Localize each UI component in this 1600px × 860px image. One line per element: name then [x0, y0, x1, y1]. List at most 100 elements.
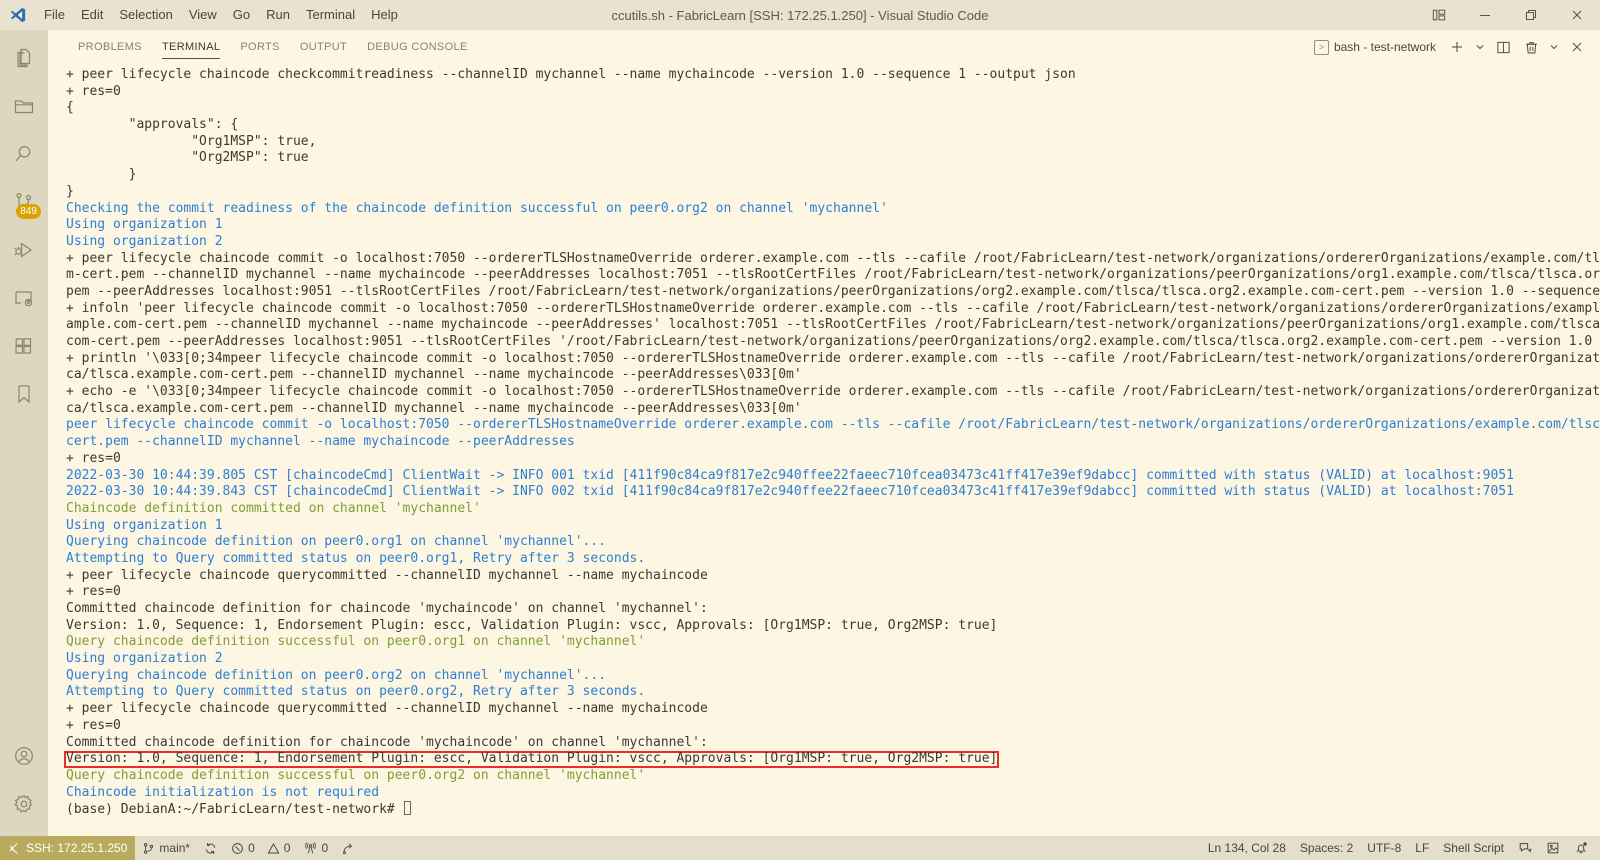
split-terminal-button[interactable]: [1490, 34, 1516, 60]
terminal-line: peer lifecycle chaincode commit -o local…: [66, 417, 1600, 434]
tab-ports[interactable]: PORTS: [230, 30, 289, 65]
terminal-line-text: "approvals": {: [66, 117, 239, 133]
sidebar-item-remote-explorer[interactable]: [0, 274, 48, 322]
panel-more-actions-button[interactable]: [1546, 34, 1562, 60]
menu-view[interactable]: View: [181, 0, 225, 30]
terminal-line-text: + res=0: [66, 450, 121, 466]
remote-icon: [8, 842, 21, 855]
gear-icon: [12, 792, 36, 816]
terminal-line-text: Query chaincode definition successful on…: [66, 634, 646, 650]
terminal-line-text: Using organization 2: [66, 651, 223, 667]
panel-tab-list: PROBLEMS TERMINAL PORTS OUTPUT DEBUG CON…: [68, 30, 478, 65]
accounts-button[interactable]: [0, 732, 48, 780]
window-controls: [1416, 0, 1600, 30]
terminal-line: }: [66, 184, 1600, 201]
menu-edit[interactable]: Edit: [73, 0, 111, 30]
terminal-line-text: Using organization 2: [66, 233, 223, 249]
terminal-line: Query chaincode definition successful on…: [66, 768, 1600, 785]
status-remote-host[interactable]: SSH: 172.25.1.250: [0, 836, 136, 860]
menu-bar: File Edit Selection View Go Run Terminal…: [36, 0, 406, 30]
terminal-line-text: "Org2MSP": true: [66, 150, 309, 166]
terminal-line: 2022-03-30 10:44:39.805 CST [chaincodeCm…: [66, 468, 1600, 485]
tab-problems[interactable]: PROBLEMS: [68, 30, 152, 65]
terminal-line: Using organization 2: [66, 651, 1600, 668]
terminal-line-text: com-cert.pem --peerAddresses localhost:9…: [66, 334, 1600, 349]
feedback-icon: [1518, 841, 1532, 855]
terminal-line: Querying chaincode definition on peer0.o…: [66, 534, 1600, 551]
terminal-line-text: Querying chaincode definition on peer0.o…: [66, 667, 607, 683]
error-count: 0: [248, 841, 255, 855]
bookmark-icon: [12, 382, 36, 406]
terminal-line: (base) DebianA:~/FabricLearn/test-networ…: [66, 801, 1600, 818]
close-panel-button[interactable]: [1564, 34, 1590, 60]
menu-file[interactable]: File: [36, 0, 73, 30]
terminal-line-text: Version: 1.0, Sequence: 1, Endorsement P…: [66, 617, 998, 633]
terminal-line-text: cert.pem --channelID mychannel --name my…: [66, 434, 575, 450]
bottom-panel: PROBLEMS TERMINAL PORTS OUTPUT DEBUG CON…: [48, 30, 1600, 836]
terminal-line: "Org1MSP": true,: [66, 134, 1600, 151]
status-sync[interactable]: [197, 836, 224, 860]
workbench-body: 849 PROBLEMS TERMINAL PORTS OUTPUT DEBUG…: [0, 30, 1600, 836]
radio-tower-count: 0: [321, 841, 329, 855]
new-terminal-button[interactable]: [1444, 34, 1470, 60]
terminal-line: "approvals": {: [66, 117, 1600, 134]
sidebar-item-bookmarks[interactable]: [0, 370, 48, 418]
sidebar-item-search[interactable]: [0, 130, 48, 178]
status-indentation[interactable]: Spaces: 2: [1293, 836, 1360, 860]
sidebar-item-extensions[interactable]: [0, 322, 48, 370]
terminal-view[interactable]: + peer lifecycle chaincode checkcommitre…: [48, 65, 1600, 836]
terminal-line-text: Using organization 1: [66, 517, 223, 533]
status-eol[interactable]: LF: [1408, 836, 1436, 860]
terminal-line-text: pem --peerAddresses localhost:9051 --tls…: [66, 283, 1600, 299]
files-icon: [12, 46, 36, 70]
sidebar-item-source-control[interactable]: 849: [0, 178, 48, 226]
restore-icon[interactable]: [1508, 0, 1554, 30]
status-language-mode[interactable]: Shell Script: [1436, 836, 1511, 860]
terminal-line-text: Version: 1.0, Sequence: 1, Endorsement P…: [66, 751, 998, 767]
layout-icon[interactable]: [1416, 0, 1462, 30]
status-ports-forward[interactable]: [335, 836, 362, 860]
sidebar-item-folder[interactable]: [0, 82, 48, 130]
terminal-line: + res=0: [66, 718, 1600, 735]
status-screencast[interactable]: [1539, 836, 1567, 860]
tab-output[interactable]: OUTPUT: [290, 30, 357, 65]
kill-terminal-button[interactable]: [1518, 34, 1544, 60]
status-encoding[interactable]: UTF-8: [1360, 836, 1408, 860]
menu-help[interactable]: Help: [363, 0, 406, 30]
sidebar-item-explorer[interactable]: [0, 34, 48, 82]
status-problems[interactable]: 0 0: [224, 836, 297, 860]
panel-header: PROBLEMS TERMINAL PORTS OUTPUT DEBUG CON…: [48, 30, 1600, 65]
terminal-line-text: "Org1MSP": true,: [66, 133, 317, 149]
terminal-line: + res=0: [66, 584, 1600, 601]
terminal-line: + res=0: [66, 451, 1600, 468]
terminal-selector[interactable]: > bash - test-network: [1308, 38, 1442, 57]
status-feedback[interactable]: [1511, 836, 1539, 860]
menu-run[interactable]: Run: [258, 0, 298, 30]
tab-debug-console[interactable]: DEBUG CONSOLE: [357, 30, 478, 65]
menu-selection[interactable]: Selection: [111, 0, 180, 30]
terminal-line: {: [66, 100, 1600, 117]
status-git-branch[interactable]: main*: [135, 836, 197, 860]
terminal-line-text: + peer lifecycle chaincode checkcommitre…: [66, 67, 1076, 82]
terminal-line-text: Committed chaincode definition for chain…: [66, 601, 708, 616]
remote-explorer-icon: [12, 286, 36, 310]
git-branch-label: main*: [159, 841, 191, 855]
terminal-line: Committed chaincode definition for chain…: [66, 601, 1600, 618]
terminal-profile-dropdown-button[interactable]: [1472, 34, 1488, 60]
menu-go[interactable]: Go: [225, 0, 258, 30]
manage-settings-button[interactable]: [0, 780, 48, 828]
status-radio-tower[interactable]: 0: [297, 836, 335, 860]
menu-terminal[interactable]: Terminal: [298, 0, 363, 30]
vscode-window: File Edit Selection View Go Run Terminal…: [0, 0, 1600, 860]
minimize-icon[interactable]: [1462, 0, 1508, 30]
close-icon[interactable]: [1554, 0, 1600, 30]
tab-terminal[interactable]: TERMINAL: [152, 30, 230, 65]
terminal-line-text: Committed chaincode definition for chain…: [66, 734, 708, 750]
terminal-line-text: {: [66, 100, 74, 116]
terminal-line: pem --peerAddresses localhost:9051 --tls…: [66, 284, 1600, 301]
status-notifications[interactable]: [1567, 836, 1600, 860]
terminal-line: Chaincode definition committed on channe…: [66, 501, 1600, 518]
sidebar-item-run-debug[interactable]: [0, 226, 48, 274]
status-cursor-position[interactable]: Ln 134, Col 28: [1201, 836, 1293, 860]
terminal-line: ca/tlsca.example.com-cert.pem --channelI…: [66, 367, 1600, 384]
